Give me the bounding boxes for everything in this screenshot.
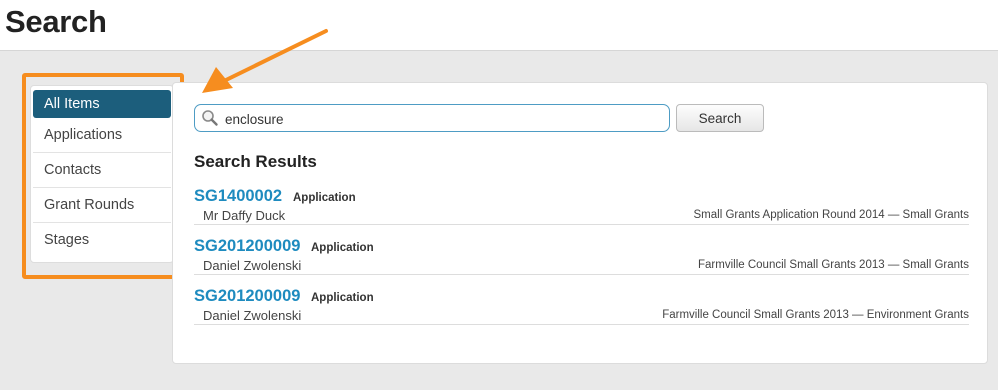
result-name: Mr Daffy Duck <box>203 208 286 223</box>
top-bar: Search <box>0 0 998 51</box>
search-button[interactable]: Search <box>676 104 764 132</box>
results-panel: Search Search Results SG1400002 Applicat… <box>172 82 988 364</box>
result-id-link[interactable]: SG1400002 <box>194 187 282 206</box>
result-row: SG201200009 Application Daniel Zwolenski… <box>194 237 969 275</box>
result-round: Farmville Council Small Grants 2013 — Sm… <box>698 259 969 271</box>
result-type: Application <box>311 292 374 304</box>
magnifier-icon <box>202 110 218 126</box>
sidebar-item-stages[interactable]: Stages <box>33 223 171 258</box>
sidebar: All Items Applications Contacts Grant Ro… <box>30 85 174 263</box>
result-id-link[interactable]: SG201200009 <box>194 287 300 306</box>
result-id-link[interactable]: SG201200009 <box>194 237 300 256</box>
search-field[interactable] <box>194 104 670 132</box>
sidebar-item-applications[interactable]: Applications <box>33 118 171 153</box>
sidebar-item-grant-rounds[interactable]: Grant Rounds <box>33 188 171 223</box>
result-round: Small Grants Application Round 2014 — Sm… <box>693 209 970 221</box>
result-row: SG1400002 Application Mr Daffy Duck Smal… <box>194 187 969 225</box>
sidebar-item-all-items[interactable]: All Items <box>33 90 171 118</box>
result-name: Daniel Zwolenski <box>203 258 302 273</box>
result-type: Application <box>293 192 356 204</box>
result-round: Farmville Council Small Grants 2013 — En… <box>662 309 969 321</box>
search-input[interactable] <box>225 109 655 129</box>
result-row: SG201200009 Application Daniel Zwolenski… <box>194 287 969 325</box>
results-heading: Search Results <box>194 152 317 171</box>
sidebar-item-contacts[interactable]: Contacts <box>33 153 171 188</box>
result-name: Daniel Zwolenski <box>203 308 302 323</box>
page-title: Search <box>5 4 107 39</box>
result-type: Application <box>311 242 374 254</box>
